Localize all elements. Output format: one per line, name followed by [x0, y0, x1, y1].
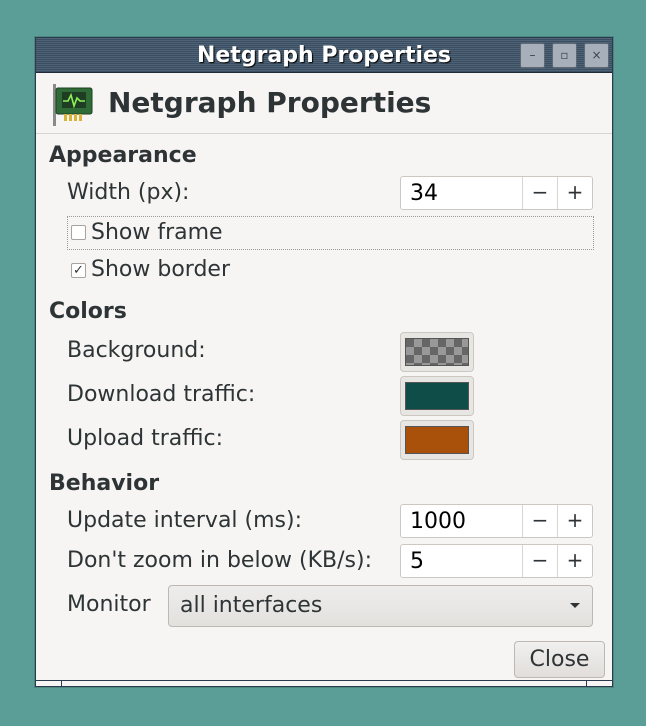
width-decrement-button[interactable]: −: [522, 177, 557, 209]
titlebar[interactable]: Netgraph Properties – ▫ ×: [36, 38, 612, 73]
section-appearance-heading: Appearance: [49, 143, 197, 168]
download-traffic-label: Download traffic:: [67, 382, 256, 407]
download-color-swatch: [405, 382, 469, 410]
update-interval-increment-button[interactable]: +: [557, 505, 592, 537]
dialog-header: Netgraph Properties: [36, 74, 612, 134]
background-color-button[interactable]: [400, 332, 474, 372]
zoom-threshold-spinbutton[interactable]: 5 − +: [400, 544, 593, 578]
update-interval-value[interactable]: 1000: [410, 509, 466, 534]
close-icon[interactable]: ×: [584, 43, 609, 68]
zoom-threshold-increment-button[interactable]: +: [557, 545, 592, 577]
resize-handle-left[interactable]: [61, 681, 62, 687]
width-value[interactable]: 34: [410, 181, 438, 206]
monitor-selected-value[interactable]: all interfaces: [180, 593, 322, 618]
monitor-dropdown[interactable]: all interfaces: [168, 585, 593, 627]
width-increment-button[interactable]: +: [557, 177, 592, 209]
width-spinbutton[interactable]: 34 − +: [400, 176, 593, 210]
show-border-label[interactable]: Show border: [91, 257, 230, 282]
zoom-threshold-decrement-button[interactable]: −: [522, 545, 557, 577]
upload-traffic-label: Upload traffic:: [67, 426, 224, 451]
window-bottom-edge: [36, 680, 612, 687]
zoom-threshold-value[interactable]: 5: [410, 549, 424, 574]
show-frame-checkbox[interactable]: [71, 225, 86, 240]
network-card-icon: [53, 84, 93, 126]
chevron-down-icon[interactable]: [570, 603, 580, 608]
show-border-checkbox[interactable]: ✓: [71, 263, 86, 278]
show-frame-row[interactable]: Show frame: [67, 216, 594, 250]
monitor-label: Monitor: [67, 592, 151, 617]
show-frame-label[interactable]: Show frame: [91, 220, 223, 245]
zoom-threshold-label: Don't zoom in below (KB/s):: [67, 548, 372, 573]
upload-color-button[interactable]: [400, 420, 474, 460]
background-color-swatch: [405, 338, 469, 366]
section-colors-heading: Colors: [49, 299, 127, 324]
download-color-button[interactable]: [400, 376, 474, 416]
update-interval-decrement-button[interactable]: −: [522, 505, 557, 537]
width-label: Width (px):: [67, 180, 190, 205]
minimize-icon[interactable]: –: [520, 43, 545, 68]
page-title: Netgraph Properties: [108, 86, 432, 119]
section-behavior-heading: Behavior: [49, 471, 160, 496]
maximize-icon[interactable]: ▫: [552, 43, 577, 68]
upload-color-swatch: [405, 426, 469, 454]
resize-handle-right[interactable]: [586, 681, 587, 687]
properties-dialog: Netgraph Properties – ▫ × Netgraph Prope…: [35, 37, 613, 687]
update-interval-label: Update interval (ms):: [67, 508, 303, 533]
update-interval-spinbutton[interactable]: 1000 − +: [400, 504, 593, 538]
close-button[interactable]: Close: [514, 641, 605, 678]
background-label: Background:: [67, 338, 206, 363]
